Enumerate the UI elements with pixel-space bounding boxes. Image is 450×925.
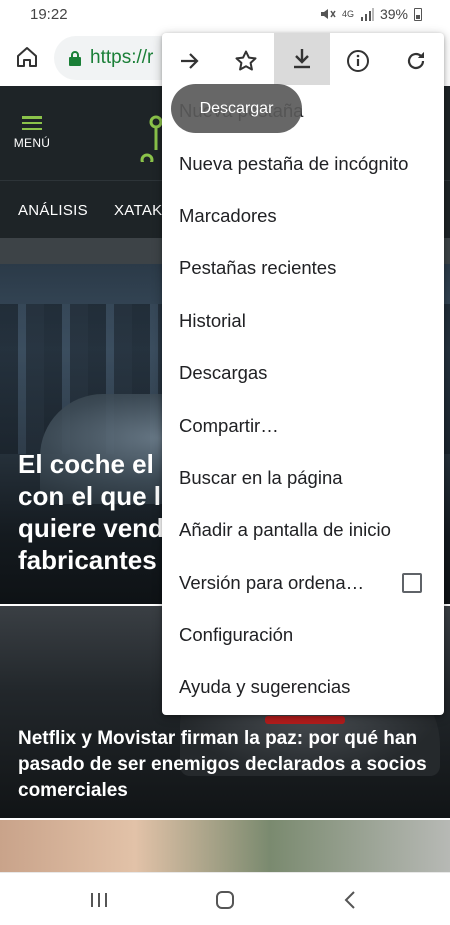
network-label: 4G — [341, 8, 354, 19]
desktop-site-checkbox[interactable] — [402, 572, 422, 593]
home-icon — [17, 47, 37, 67]
home-button[interactable] — [12, 42, 42, 72]
site-menu-label: MENÚ — [13, 136, 51, 150]
recents-icon — [91, 893, 107, 907]
menu-item-share[interactable]: Compartir… — [162, 399, 444, 451]
menu-item-desktop-site[interactable]: Versión para ordena… — [162, 557, 444, 609]
menu-item-incognito[interactable]: Nueva pestaña de incógnito — [162, 137, 444, 189]
star-icon — [235, 50, 257, 71]
menu-item-desktop-site-label: Versión para ordena… — [179, 571, 365, 593]
article-2-title[interactable]: Netflix y Movistar firman la paz: por qu… — [18, 726, 438, 804]
download-button[interactable] — [274, 33, 330, 85]
mute-icon — [320, 9, 336, 19]
article-2-tail-light — [265, 716, 345, 724]
article-card-3[interactable] — [0, 820, 450, 872]
menu-item-recent-tabs[interactable]: Pestañas recientes — [162, 242, 444, 294]
lock-icon — [69, 51, 81, 66]
forward-icon — [181, 53, 199, 69]
menu-item-find-in-page[interactable]: Buscar en la página — [162, 452, 444, 504]
download-icon — [294, 49, 310, 69]
status-time: 19:22 — [30, 6, 68, 23]
battery-percent: 39% — [379, 6, 408, 22]
bookmark-button[interactable] — [218, 41, 274, 81]
battery-icon — [414, 7, 422, 21]
nav-analisis[interactable]: ANÁLISIS — [18, 202, 88, 219]
menu-item-bookmarks[interactable]: Marcadores — [162, 190, 444, 242]
back-button[interactable] — [337, 887, 363, 913]
reload-button[interactable] — [388, 41, 444, 81]
menu-item-add-to-home[interactable]: Añadir a pantalla de inicio — [162, 504, 444, 556]
info-icon — [347, 50, 369, 72]
forward-button[interactable] — [162, 41, 218, 81]
refresh-icon — [407, 52, 425, 70]
home-nav-icon — [216, 891, 234, 909]
status-bar: 19:22 4G 39% — [0, 0, 450, 30]
download-tooltip: Descargar — [171, 84, 302, 133]
page-info-button[interactable] — [330, 41, 386, 81]
system-nav-bar — [0, 872, 450, 925]
status-icons: 4G 39% — [320, 6, 422, 22]
site-menu-button[interactable]: MENÚ — [12, 116, 52, 150]
menu-item-downloads[interactable]: Descargas — [162, 347, 444, 399]
nav-xataka[interactable]: XATAK — [114, 202, 162, 219]
site-logo-icon — [140, 115, 163, 162]
menu-item-settings[interactable]: Configuración — [162, 609, 444, 661]
signal-icon — [360, 7, 374, 21]
recents-button[interactable] — [86, 887, 112, 913]
home-nav-button[interactable] — [212, 887, 238, 913]
url-text: https://r — [90, 47, 154, 68]
menu-list: Nueva pestaña Nueva pestaña de incógnito… — [162, 85, 444, 714]
menu-icon-row — [162, 33, 444, 85]
menu-item-history[interactable]: Historial — [162, 295, 444, 347]
menu-item-help[interactable]: Ayuda y sugerencias — [162, 661, 444, 713]
hamburger-icon — [22, 116, 42, 130]
browser-overflow-menu: Nueva pestaña Nueva pestaña de incógnito… — [162, 33, 444, 715]
back-icon — [344, 891, 355, 909]
